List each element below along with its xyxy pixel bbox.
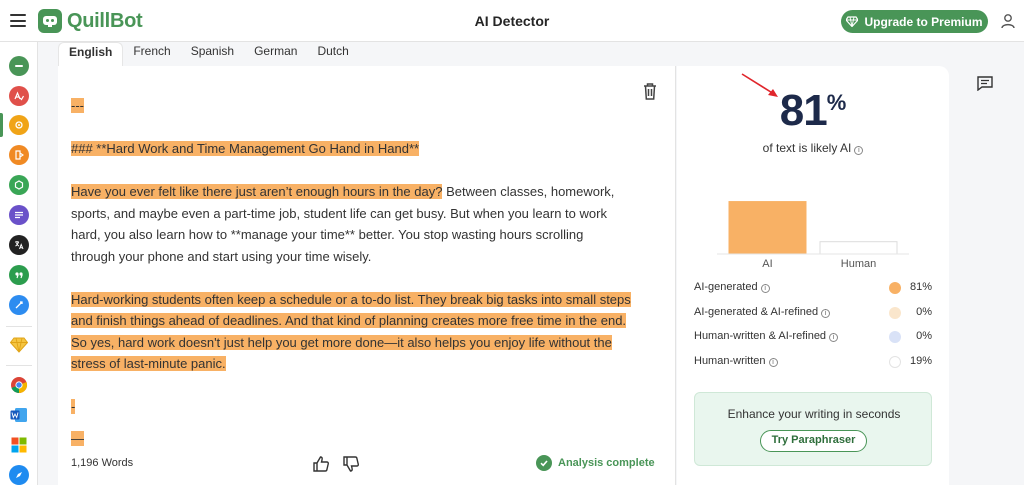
legend-value: 0% bbox=[916, 305, 932, 318]
analysis-status: Analysis complete bbox=[536, 455, 655, 471]
bar-human bbox=[819, 241, 898, 255]
bar-label-ai: AI bbox=[762, 258, 772, 270]
check-circle-icon bbox=[536, 455, 552, 471]
highlighted-text: - bbox=[71, 399, 76, 414]
legend-row-human-ai-refined: Human-written & AI-refined i 0% bbox=[694, 327, 934, 352]
quillbot-flow-icon[interactable] bbox=[9, 295, 29, 315]
ai-score-caption-text: of text is likely AI bbox=[762, 141, 852, 155]
analysis-status-label: Analysis complete bbox=[558, 457, 655, 469]
legend-dot bbox=[889, 331, 901, 343]
upgrade-premium-button[interactable]: Upgrade to Premium bbox=[841, 10, 988, 33]
ai-human-bar-chart: AI Human bbox=[717, 201, 909, 270]
legend-label: Human-written & AI-refined i bbox=[694, 330, 839, 342]
legend-label: Human-written i bbox=[694, 355, 778, 367]
language-tabs: English French Spanish German Dutch bbox=[58, 42, 359, 66]
legend-dot bbox=[889, 282, 901, 294]
diamond-icon bbox=[846, 16, 859, 27]
legend-label: AI-generated i bbox=[694, 281, 770, 293]
highlighted-paragraph: Hard-working students often keep a sched… bbox=[71, 291, 631, 371]
result-panel: 81% of text is likely AI i AI Human AI-gen… bbox=[677, 66, 949, 485]
info-icon[interactable]: i bbox=[768, 357, 778, 367]
legend-dot bbox=[889, 306, 901, 319]
windows-app-icon[interactable] bbox=[9, 435, 29, 455]
bar-ai bbox=[728, 201, 807, 255]
mac-app-icon[interactable] bbox=[9, 465, 29, 485]
ai-score-caption: of text is likely AI i bbox=[677, 141, 949, 155]
quillbot-logo[interactable]: QuillBot bbox=[38, 9, 143, 33]
highlighted-text: — bbox=[71, 430, 84, 446]
legend-dot bbox=[889, 355, 901, 368]
tab-german[interactable]: German bbox=[244, 42, 307, 66]
citation-generator-icon[interactable] bbox=[9, 265, 29, 285]
tab-english[interactable]: English bbox=[58, 42, 124, 66]
legend-value: 19% bbox=[909, 354, 932, 367]
ai-score-value: 81 bbox=[779, 86, 828, 135]
promo-text: Enhance your writing in seconds bbox=[727, 407, 901, 421]
bar-label-human: Human bbox=[841, 258, 876, 270]
legend-label: AI-generated & AI-refined i bbox=[694, 306, 831, 318]
classification-legend: AI-generated i 81% AI-generated & AI-refin… bbox=[694, 278, 934, 376]
highlighted-text: --- bbox=[71, 98, 84, 113]
legend-value: 0% bbox=[916, 330, 932, 342]
paraphraser-icon[interactable] bbox=[9, 56, 29, 76]
plagiarism-checker-icon[interactable] bbox=[9, 145, 29, 165]
info-icon[interactable]: i bbox=[829, 333, 839, 342]
text-editor-panel: --- ### **Hard Work and Time Management … bbox=[58, 66, 676, 485]
grammar-checker-icon[interactable] bbox=[9, 86, 29, 106]
ai-humanizer-icon[interactable] bbox=[9, 175, 29, 195]
trash-icon[interactable] bbox=[642, 82, 658, 100]
word-count: 1,196 Words bbox=[71, 457, 134, 469]
sidebar-divider bbox=[6, 326, 32, 327]
paraphraser-promo: Enhance your writing in seconds Try Para… bbox=[694, 392, 932, 466]
ai-score-unit: % bbox=[826, 90, 847, 115]
brand-name: QuillBot bbox=[67, 9, 143, 32]
premium-diamond-icon[interactable] bbox=[9, 335, 29, 355]
tab-spanish[interactable]: Spanish bbox=[181, 42, 244, 66]
comment-icon[interactable] bbox=[977, 76, 993, 91]
ai-score: 81% bbox=[677, 86, 949, 136]
legend-row-ai-generated: AI-generated i 81% bbox=[694, 278, 934, 303]
legend-row-ai-refined: AI-generated & AI-refined i 0% bbox=[694, 303, 934, 328]
legend-row-human-written: Human-written i 19% bbox=[694, 352, 934, 377]
thumbs-down-icon[interactable] bbox=[342, 455, 360, 473]
info-icon[interactable]: i bbox=[821, 308, 831, 318]
sidebar-divider bbox=[6, 365, 32, 366]
highlighted-heading: ### **Hard Work and Time Management Go H… bbox=[71, 141, 420, 156]
annotation-arrow bbox=[741, 73, 778, 97]
info-icon[interactable]: i bbox=[854, 146, 864, 155]
thumbs-up-icon[interactable] bbox=[312, 455, 330, 473]
highlighted-sentence: Have you ever felt like there just aren’… bbox=[71, 184, 443, 199]
quillbot-logo-icon bbox=[38, 9, 62, 33]
word-addin-icon[interactable] bbox=[9, 405, 29, 425]
input-text-area[interactable]: --- ### **Hard Work and Time Management … bbox=[71, 95, 631, 449]
ai-detector-icon[interactable] bbox=[0, 113, 29, 137]
user-icon[interactable] bbox=[1000, 13, 1016, 29]
hamburger-icon[interactable] bbox=[10, 14, 26, 27]
chrome-extension-icon[interactable] bbox=[9, 375, 29, 395]
tab-dutch[interactable]: Dutch bbox=[307, 42, 358, 66]
translator-icon[interactable] bbox=[9, 235, 29, 255]
legend-value: 81% bbox=[909, 281, 932, 293]
top-header: QuillBot AI Detector Upgrade to Premium bbox=[0, 0, 1024, 42]
try-paraphraser-button[interactable]: Try Paraphraser bbox=[760, 430, 867, 452]
info-icon[interactable]: i bbox=[760, 284, 770, 293]
summarizer-icon[interactable] bbox=[9, 205, 29, 225]
tab-french[interactable]: French bbox=[123, 42, 180, 66]
tools-sidebar bbox=[0, 42, 38, 485]
upgrade-premium-label: Upgrade to Premium bbox=[864, 14, 983, 29]
